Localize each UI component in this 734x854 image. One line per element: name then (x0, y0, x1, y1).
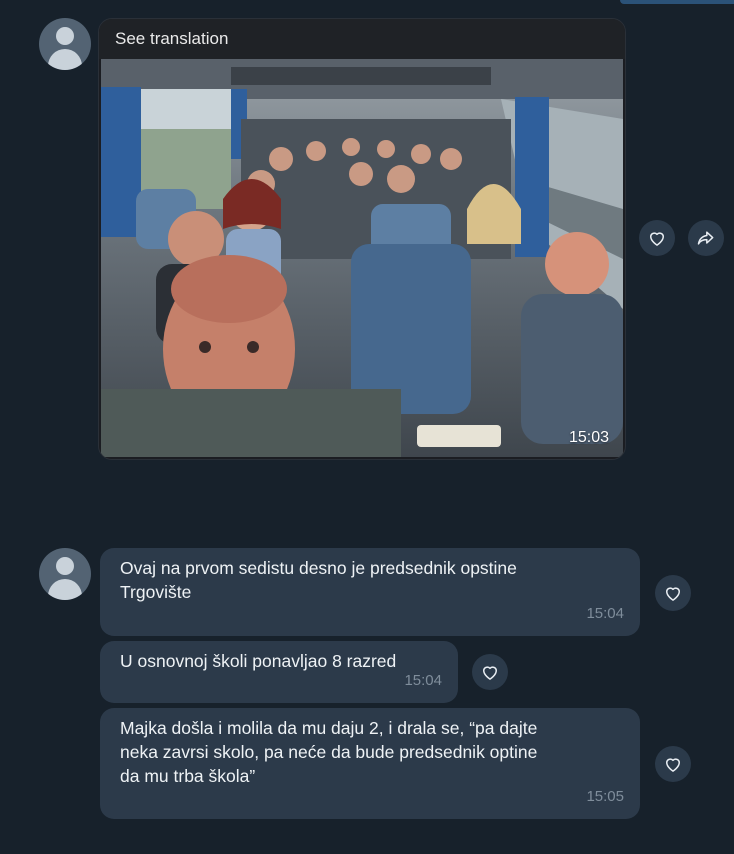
message-bubble[interactable]: Majka došla i molila da mu daju 2, i dra… (100, 708, 640, 819)
message-time: 15:04 (404, 672, 442, 689)
message-time: 15:05 (586, 788, 624, 805)
heart-icon (666, 587, 680, 601)
heart-icon (483, 666, 497, 680)
heart-icon (666, 758, 680, 772)
share-arrow-icon (697, 231, 714, 245)
bus-selfie-photo[interactable]: 15:03 (101, 59, 623, 457)
like-button[interactable] (655, 575, 691, 611)
like-button[interactable] (472, 654, 508, 690)
message-text: U osnovnoj školi ponavljao 8 razred (120, 651, 397, 671)
user-avatar-icon[interactable] (39, 548, 91, 600)
message-bubble[interactable]: Ovaj na prvom sedistu desno je predsedni… (100, 548, 640, 636)
media-message[interactable]: See translation 15:03 (98, 18, 626, 460)
share-button[interactable] (688, 220, 724, 256)
message-time: 15:03 (568, 429, 609, 446)
message-bubble[interactable]: U osnovnoj školi ponavljao 8 razred 15:0… (100, 641, 458, 703)
heart-icon (650, 232, 664, 246)
like-button[interactable] (655, 746, 691, 782)
message-time: 15:04 (586, 605, 624, 622)
like-button[interactable] (639, 220, 675, 256)
message-text: Ovaj na prvom sedistu desno je predsedni… (120, 558, 517, 602)
message-text: Majka došla i molila da mu daju 2, i dra… (120, 718, 538, 786)
see-translation-link[interactable]: See translation (99, 19, 625, 59)
photo-illustration (101, 59, 623, 457)
user-avatar-icon[interactable] (39, 18, 91, 70)
top-edge-bubble (620, 0, 734, 4)
